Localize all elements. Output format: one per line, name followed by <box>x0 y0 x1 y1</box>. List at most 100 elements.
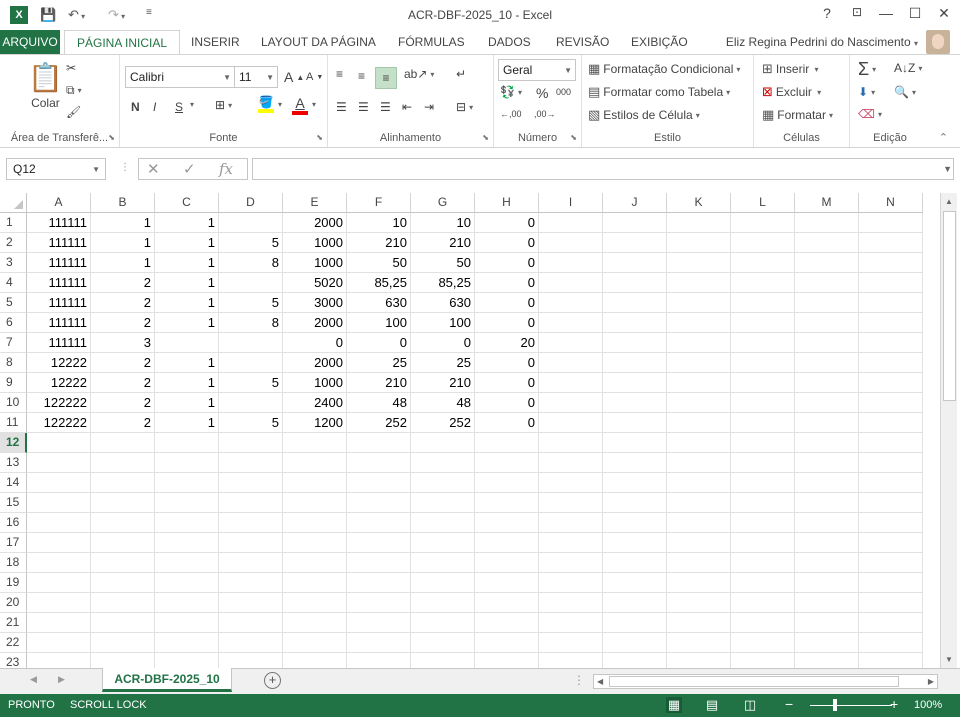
font-color-dropdown-icon[interactable]: ▾ <box>312 100 316 109</box>
cell[interactable] <box>411 433 475 453</box>
column-header[interactable]: A <box>27 193 91 213</box>
cell[interactable] <box>411 553 475 573</box>
cell[interactable] <box>539 533 603 553</box>
grow-font-icon[interactable]: A ▲ <box>284 69 304 85</box>
cell[interactable] <box>411 453 475 473</box>
cell[interactable] <box>731 213 795 233</box>
cell[interactable]: 0 <box>411 333 475 353</box>
cell[interactable]: 0 <box>475 393 539 413</box>
cell[interactable] <box>283 473 347 493</box>
cell[interactable] <box>283 493 347 513</box>
cell[interactable] <box>475 573 539 593</box>
cell[interactable] <box>219 333 283 353</box>
cell[interactable] <box>27 553 91 573</box>
alignment-launcher-icon[interactable]: ⬊ <box>482 133 489 142</box>
wrap-text-icon[interactable]: ↵ <box>456 67 466 81</box>
cell-styles-button[interactable]: ▧ Estilos de Célula ▾ <box>588 107 700 123</box>
sort-filter-icon[interactable]: A↓Z ▾ <box>894 61 922 75</box>
cell[interactable] <box>155 573 219 593</box>
cell[interactable]: 111111 <box>27 273 91 293</box>
cell[interactable]: 5 <box>219 413 283 433</box>
cell[interactable] <box>731 393 795 413</box>
cell[interactable]: 1200 <box>283 413 347 433</box>
cell[interactable] <box>731 593 795 613</box>
cell[interactable] <box>795 613 859 633</box>
cell[interactable] <box>475 493 539 513</box>
cell[interactable] <box>539 353 603 373</box>
clipboard-launcher-icon[interactable]: ⬊ <box>108 133 115 142</box>
increase-indent-icon[interactable]: ⇥ <box>424 100 434 114</box>
vertical-scroll-thumb[interactable] <box>943 211 956 401</box>
font-size-select[interactable]: 11 ▼ <box>234 66 278 88</box>
cell[interactable] <box>603 353 667 373</box>
cell[interactable] <box>539 413 603 433</box>
cell[interactable] <box>539 653 603 668</box>
tab-split-handle-icon[interactable]: ⋮ <box>573 673 585 687</box>
cell[interactable] <box>795 653 859 668</box>
cell[interactable] <box>667 493 731 513</box>
cell[interactable]: 0 <box>475 233 539 253</box>
scroll-left-icon[interactable]: ◀ <box>597 677 603 686</box>
cell[interactable] <box>795 393 859 413</box>
row-header[interactable]: 15 <box>0 493 27 513</box>
font-color-icon[interactable]: A <box>292 95 308 115</box>
cell[interactable] <box>411 573 475 593</box>
cell[interactable] <box>603 453 667 473</box>
cell[interactable] <box>859 393 923 413</box>
scroll-up-icon[interactable]: ▲ <box>945 197 953 206</box>
row-header[interactable]: 17 <box>0 533 27 553</box>
cell[interactable] <box>539 493 603 513</box>
cell[interactable] <box>795 533 859 553</box>
cell[interactable] <box>795 573 859 593</box>
cell[interactable] <box>539 433 603 453</box>
cancel-icon[interactable]: ✕ <box>147 160 160 178</box>
column-header[interactable]: F <box>347 193 411 213</box>
tab-home[interactable]: PÁGINA INICIAL <box>64 30 181 55</box>
cell[interactable] <box>731 273 795 293</box>
cell[interactable] <box>411 593 475 613</box>
cell[interactable] <box>603 553 667 573</box>
cell[interactable]: 210 <box>347 373 411 393</box>
cell[interactable] <box>795 253 859 273</box>
cell[interactable] <box>795 473 859 493</box>
cell[interactable] <box>475 593 539 613</box>
cell[interactable]: 2 <box>91 393 155 413</box>
cell[interactable] <box>667 333 731 353</box>
cell[interactable] <box>667 353 731 373</box>
cell[interactable] <box>539 233 603 253</box>
column-header[interactable]: G <box>411 193 475 213</box>
cell[interactable] <box>283 433 347 453</box>
cell[interactable] <box>91 513 155 533</box>
cell[interactable] <box>731 533 795 553</box>
cell[interactable] <box>795 293 859 313</box>
cell[interactable] <box>411 533 475 553</box>
cell[interactable] <box>539 273 603 293</box>
cell[interactable]: 2000 <box>283 353 347 373</box>
cell[interactable] <box>859 213 923 233</box>
insert-function-icon[interactable]: fx <box>219 160 233 178</box>
cell[interactable] <box>795 373 859 393</box>
column-header[interactable]: J <box>603 193 667 213</box>
cell[interactable] <box>347 553 411 573</box>
cell[interactable]: 1 <box>91 213 155 233</box>
cell[interactable] <box>603 293 667 313</box>
align-bottom-icon[interactable]: ≡ <box>375 67 397 89</box>
cell[interactable]: 111111 <box>27 333 91 353</box>
zoom-out-button[interactable]: − <box>785 696 793 712</box>
ribbon-display-options-button[interactable]: ⊡ <box>845 5 869 19</box>
page-break-view-icon[interactable]: ◫ <box>742 697 758 713</box>
cell[interactable]: 1 <box>155 293 219 313</box>
cell[interactable] <box>731 493 795 513</box>
cell[interactable] <box>731 373 795 393</box>
underline-button[interactable]: S <box>175 100 183 114</box>
cell[interactable] <box>859 513 923 533</box>
column-header[interactable]: M <box>795 193 859 213</box>
cell[interactable] <box>603 533 667 553</box>
cell[interactable] <box>731 433 795 453</box>
cell[interactable] <box>91 533 155 553</box>
cell[interactable] <box>667 433 731 453</box>
cell[interactable] <box>475 653 539 668</box>
cell[interactable]: 2400 <box>283 393 347 413</box>
cell[interactable]: 5 <box>219 233 283 253</box>
cell[interactable] <box>27 513 91 533</box>
